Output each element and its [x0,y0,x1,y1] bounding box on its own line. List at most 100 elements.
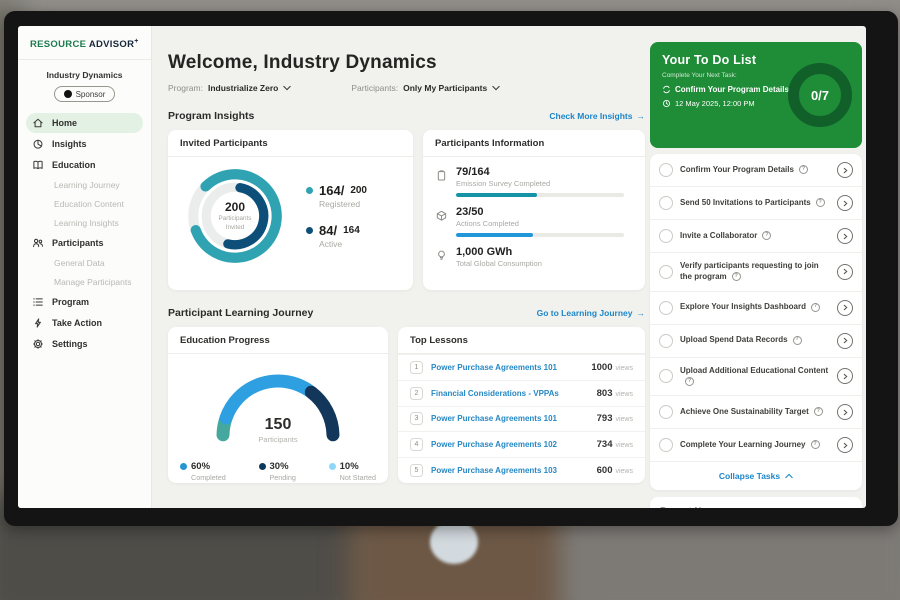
check-more-insights-link[interactable]: Check More Insights → [549,111,645,121]
chevron-right-icon [843,373,848,380]
participants-select[interactable]: Participants: Only My Participants [351,83,500,93]
task-label: Explore Your Insights Dashboard [680,302,806,311]
go-to-learning-journey-link[interactable]: Go to Learning Journey → [537,308,645,318]
sidebar-item-participants[interactable]: Participants [26,233,143,253]
lesson-row: 4 Power Purchase Agreements 102 734views [398,431,645,457]
chevron-up-icon [785,473,793,479]
task-checkbox[interactable] [659,229,673,243]
arrow-right-icon: → [637,111,646,121]
home-icon [32,117,44,129]
task-checkbox[interactable] [659,196,673,210]
metric-global-consumption: 1,000 GWh Total Global Consumption [435,246,633,268]
sidebar-item-label: Home [52,118,77,128]
sidebar-item-learning-insights[interactable]: Learning Insights [26,214,143,232]
recent-news-title: Recent News [650,497,862,508]
sidebar-item-label: Education [52,160,96,170]
task-checkbox[interactable] [659,438,673,452]
chevron-right-button[interactable] [837,333,853,349]
sidebar-item-manage-participants[interactable]: Manage Participants [26,273,143,291]
legend-dot [180,463,187,470]
take-action-icon [32,317,44,329]
chevron-right-button[interactable] [837,264,853,280]
task-label: Upload Spend Data Records [680,335,788,344]
legend-label: Pending [270,473,296,482]
sidebar-item-take-action[interactable]: Take Action [26,313,143,333]
help-icon[interactable]: ? [816,198,825,207]
lesson-row: 1 Power Purchase Agreements 101 1000view… [398,354,645,380]
arrow-right-icon: → [637,308,646,318]
box-icon [435,209,448,222]
chevron-right-button[interactable] [837,368,853,384]
chevron-right-button[interactable] [837,300,853,316]
metric-value: 79/164 [456,166,624,178]
chevron-down-icon [283,85,291,91]
views-suffix: views [615,468,633,475]
lesson-row: 5 Power Purchase Agreements 103 600views [398,457,645,483]
sidebar-item-label: Settings [52,339,88,349]
views-suffix: views [615,442,633,449]
sidebar-item-home[interactable]: Home [26,113,143,133]
help-icon[interactable]: ? [811,440,820,449]
logo-plus: + [134,38,138,45]
lesson-title-link[interactable]: Financial Considerations - VPPAs [431,389,559,398]
sidebar-item-insights[interactable]: Insights [26,134,143,154]
task-checkbox[interactable] [659,405,673,419]
help-icon[interactable]: ? [762,231,771,240]
task-checkbox[interactable] [659,265,673,279]
sidebar-item-general-data[interactable]: General Data [26,254,143,272]
task-checkbox[interactable] [659,334,673,348]
help-icon[interactable]: ? [793,336,802,345]
gauge-center-label: Participants [203,435,353,444]
task-label: Complete Your Learning Journey [680,440,806,449]
lesson-title-link[interactable]: Power Purchase Agreements 103 [431,466,557,475]
help-icon[interactable]: ? [685,377,694,386]
collapse-tasks-link[interactable]: Collapse Tasks [650,462,862,490]
sidebar-item-education[interactable]: Education [26,155,143,175]
chevron-right-button[interactable] [837,437,853,453]
participants-icon [32,237,44,249]
education-gauge: 150 Participants [203,360,353,444]
learning-journey-title: Participant Learning Journey [168,307,313,319]
task-label: Send 50 Invitations to Participants [680,198,811,207]
chevron-right-button[interactable] [837,228,853,244]
lesson-title-link[interactable]: Power Purchase Agreements 102 [431,440,557,449]
sidebar-item-program[interactable]: Program [26,292,143,312]
app-logo: RESOURCE ADVISOR+ [18,38,151,50]
todo-due-date: 12 May 2025, 12:00 PM [675,99,755,108]
insights-icon [32,138,44,150]
card-title: Education Progress [168,327,388,354]
sidebar-item-education-content[interactable]: Education Content [26,195,143,213]
sidebar-item-settings[interactable]: Settings [26,334,143,354]
card-title: Participants Information [423,130,645,157]
lesson-views: 1000 [591,362,612,373]
legend-value: 164/ [319,183,344,198]
task-row: Send 50 Invitations to Participants? [650,187,862,220]
program-select[interactable]: Program: Industrialize Zero [168,83,291,93]
task-checkbox[interactable] [659,369,673,383]
chevron-right-button[interactable] [837,162,853,178]
settings-icon [32,338,44,350]
monitor-bezel: RESOURCE ADVISOR+ Industry Dynamics Spon… [4,11,898,526]
task-checkbox[interactable] [659,301,673,315]
sidebar-item-label: Education Content [54,199,124,209]
link-label: Check More Insights [549,111,632,121]
card-title: Top Lessons [398,327,645,354]
sidebar-item-learning-journey[interactable]: Learning Journey [26,176,143,194]
sponsor-badge-icon [64,90,72,98]
metric-label: Actions Completed [456,219,624,228]
chevron-right-icon [843,268,848,275]
main-content: Welcome, Industry Dynamics Program: Indu… [152,26,650,508]
task-label: Invite a Collaborator [680,231,757,240]
help-icon[interactable]: ? [811,303,820,312]
chevron-right-button[interactable] [837,195,853,211]
todo-progress-value: 0/7 [811,88,829,103]
lesson-title-link[interactable]: Power Purchase Agreements 101 [431,414,557,423]
lesson-rank: 1 [410,361,423,374]
lesson-rank: 4 [410,438,423,451]
lesson-title-link[interactable]: Power Purchase Agreements 101 [431,363,557,372]
help-icon[interactable]: ? [814,407,823,416]
help-icon[interactable]: ? [799,165,808,174]
task-checkbox[interactable] [659,163,673,177]
chevron-right-button[interactable] [837,404,853,420]
help-icon[interactable]: ? [732,272,741,281]
